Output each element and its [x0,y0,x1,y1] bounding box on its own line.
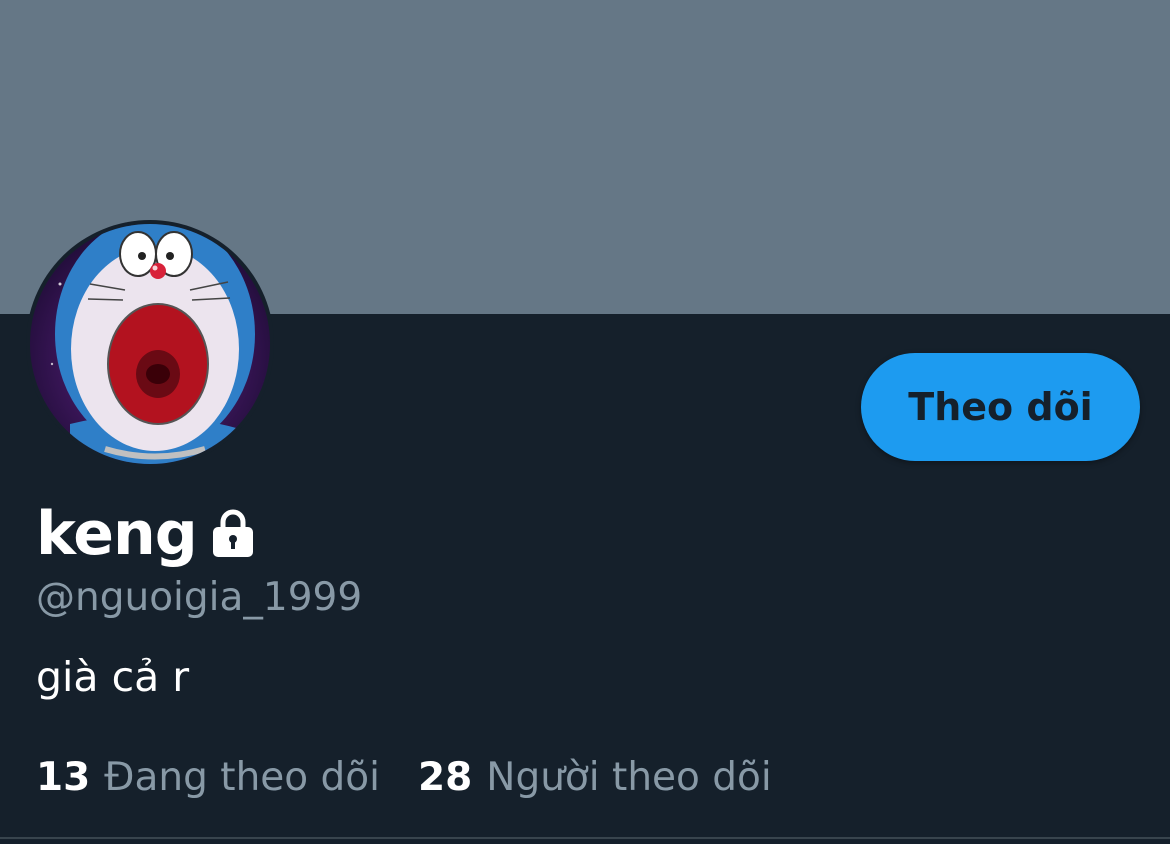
followers-stat[interactable]: 28 Người theo dõi [418,752,772,804]
following-count: 13 [36,755,91,800]
follow-stats: 13 Đang theo dõi 28 Người theo dõi [36,752,772,804]
profile-page: Theo dõi keng @nguoigia_1999 già cả r 13… [0,0,1170,844]
username-handle: @nguoigia_1999 [36,575,363,620]
followers-count: 28 [418,755,473,800]
following-stat[interactable]: 13 Đang theo dõi [36,752,380,804]
display-name: keng [36,499,198,569]
doraemon-avatar-image [30,224,270,464]
profile-bio: già cả r [36,653,190,701]
following-label: Đang theo dõi [104,755,380,800]
follow-button[interactable]: Theo dõi [861,353,1140,461]
followers-label: Người theo dõi [486,755,772,800]
lock-icon [212,509,253,557]
section-divider [0,837,1170,839]
name-row: keng [36,496,257,572]
avatar[interactable] [26,220,274,468]
